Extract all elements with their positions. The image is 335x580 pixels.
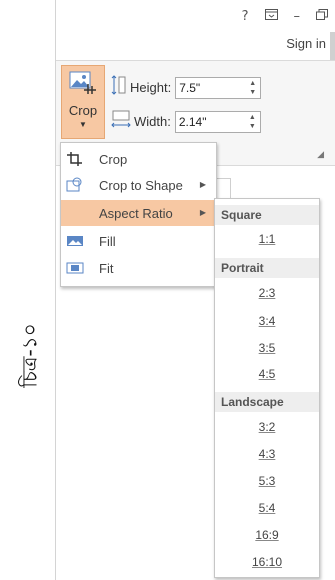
sign-in-link[interactable]: Sign in: [286, 36, 326, 51]
ratio-5-4[interactable]: 5:4: [215, 497, 319, 519]
ratio-1-1[interactable]: 1:1: [215, 228, 319, 250]
menu-item-label: Fit: [99, 261, 114, 276]
menu-item-aspect-ratio[interactable]: Aspect Ratio ▶: [61, 200, 216, 226]
menu-item-fit[interactable]: Fit: [61, 255, 216, 281]
aspect-ratio-submenu: Square 1:1 Portrait 2:3 3:4 3:5 4:5 Land…: [214, 198, 320, 578]
spin-arrows-icon[interactable]: ▲ ▼: [249, 113, 256, 131]
restore-icon[interactable]: [316, 8, 328, 24]
crop-icon: [66, 151, 84, 167]
ratio-16-9[interactable]: 16:9: [215, 524, 319, 546]
ratio-4-3[interactable]: 4:3: [215, 443, 319, 465]
width-value[interactable]: 2.14": [176, 115, 207, 129]
menu-item-label: Aspect Ratio: [99, 206, 173, 221]
window-edge: [330, 32, 335, 60]
height-row: Height: 7.5" ▲ ▼: [111, 75, 262, 100]
ratio-3-2[interactable]: 3:2: [215, 416, 319, 438]
crop-button[interactable]: Crop ▼: [61, 65, 105, 139]
menu-item-label: Fill: [99, 234, 116, 249]
ratio-3-4[interactable]: 3:4: [215, 310, 319, 332]
ratio-2-3[interactable]: 2:3: [215, 282, 319, 304]
menu-item-label: Crop to Shape: [99, 178, 183, 193]
width-row: Width: 2.14" ▲ ▼: [111, 109, 261, 134]
menu-item-fill[interactable]: Fill: [61, 228, 216, 254]
crop-big-icon: [68, 70, 98, 101]
spin-arrows-icon[interactable]: ▲ ▼: [249, 79, 256, 97]
height-value[interactable]: 7.5": [176, 81, 200, 95]
help-icon[interactable]: ?: [242, 9, 249, 24]
menu-item-crop-to-shape[interactable]: Crop to Shape ▶: [61, 172, 216, 198]
landscape-header: Landscape: [215, 392, 319, 412]
dialog-launcher-icon[interactable]: ◢: [317, 149, 324, 160]
crop-dropdown-arrow-icon: ▼: [79, 120, 87, 129]
fit-icon: [66, 260, 84, 276]
ratio-4-5[interactable]: 4:5: [215, 363, 319, 385]
submenu-arrow-icon: ▶: [199, 208, 206, 217]
ratio-16-10[interactable]: 16:10: [215, 551, 319, 573]
square-header: Square: [215, 205, 319, 225]
minimize-icon[interactable]: –: [294, 9, 301, 24]
crop-button-label: Crop: [68, 103, 98, 118]
portrait-header: Portrait: [215, 258, 319, 278]
title-bar: ? –: [56, 0, 335, 32]
crop-to-shape-icon: [66, 177, 84, 193]
width-icon: [111, 109, 131, 134]
height-label: Height:: [130, 80, 172, 95]
word-window: ? – Sign in Crop ▼ Height: 7.5" ▲ ▼ Widt…: [55, 0, 335, 580]
crop-dropdown-menu: Crop Crop to Shape ▶ Aspect Ratio ▶ Fill…: [60, 142, 217, 287]
ratio-3-5[interactable]: 3:5: [215, 337, 319, 359]
menu-item-crop[interactable]: Crop: [61, 146, 216, 172]
height-spinner[interactable]: 7.5" ▲ ▼: [175, 76, 262, 99]
width-label: Width:: [134, 114, 171, 129]
width-spinner[interactable]: 2.14" ▲ ▼: [174, 110, 261, 133]
figure-caption: চিত্র-১০: [10, 300, 54, 410]
submenu-arrow-icon: ▶: [199, 180, 206, 189]
menu-item-label: Crop: [99, 152, 128, 167]
ribbon-display-options-icon[interactable]: [264, 8, 278, 24]
height-icon: [111, 75, 127, 100]
caption-text: চিত্র-১০: [17, 322, 42, 388]
fill-icon: [66, 233, 84, 249]
ratio-5-3[interactable]: 5:3: [215, 470, 319, 492]
